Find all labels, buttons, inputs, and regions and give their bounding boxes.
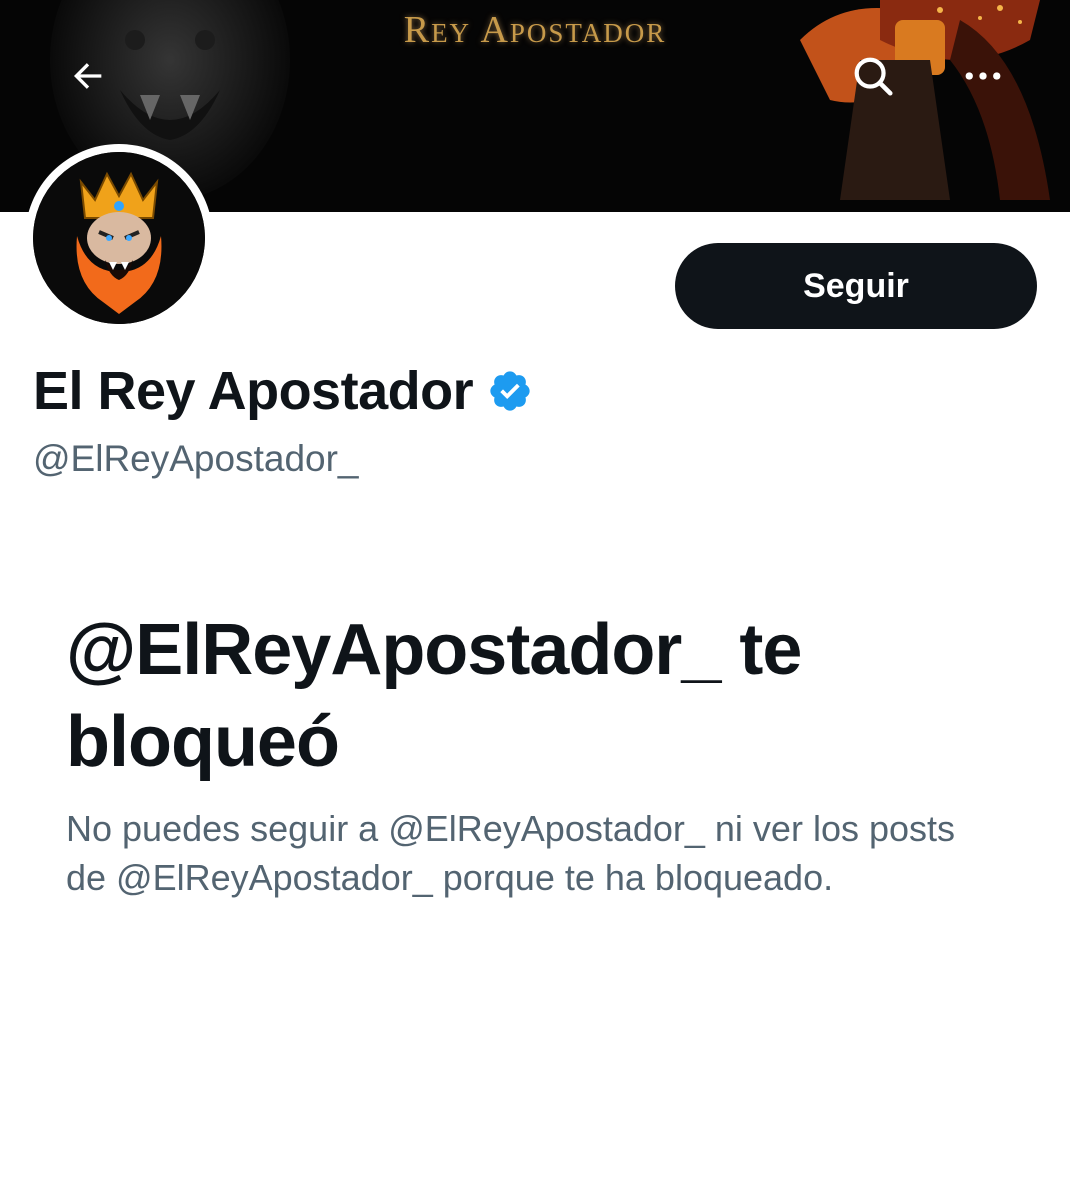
blocked-description: No puedes seguir a @ElReyApostador_ ni v… <box>66 808 956 898</box>
profile-handle: @ElReyApostador_ <box>33 438 359 479</box>
king-avatar-image <box>33 152 205 324</box>
arrow-left-icon <box>74 63 102 89</box>
back-button[interactable] <box>56 44 120 108</box>
follow-button[interactable]: Seguir <box>675 243 1037 329</box>
more-options-button[interactable] <box>951 44 1015 108</box>
verified-badge-icon[interactable] <box>487 368 533 414</box>
banner-title: Rey Apostador <box>403 9 667 51</box>
blocked-title: @ElReyApostador_ te bloqueó <box>66 610 802 782</box>
display-name: El Rey Apostador <box>33 361 474 421</box>
search-icon <box>854 57 893 96</box>
search-button[interactable] <box>841 44 905 108</box>
profile-name-row: El Rey Apostador <box>33 360 533 422</box>
more-horizontal-icon <box>965 72 1001 80</box>
profile-avatar[interactable] <box>25 144 213 332</box>
